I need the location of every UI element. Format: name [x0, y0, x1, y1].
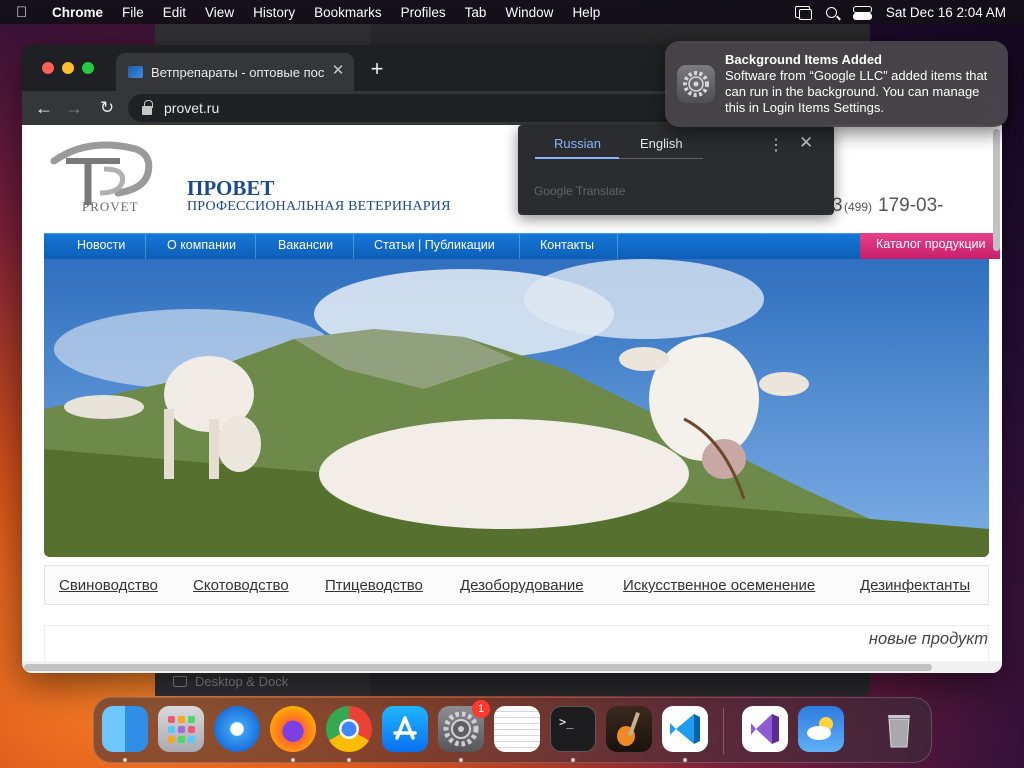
menu-bar:  Chrome File Edit View History Bookmark…: [0, 0, 1024, 24]
close-icon[interactable]: ✕: [799, 133, 813, 153]
minimize-window-button[interactable]: [62, 62, 74, 74]
menu-file[interactable]: File: [122, 5, 144, 20]
tab-title: Ветпрепараты - оптовые пос: [151, 64, 325, 80]
terminal-icon[interactable]: >_: [550, 706, 596, 752]
category-link-pigs[interactable]: Свиноводство: [59, 577, 158, 594]
nav-link-news[interactable]: Новости: [44, 234, 146, 260]
tab-separator: [619, 158, 703, 159]
page-viewport: PROVET ПРОВЕТ ПРОФЕССИОНАЛЬНАЯ ВЕТЕРИНАР…: [22, 125, 1002, 673]
menu-window[interactable]: Window: [505, 5, 553, 20]
nav-link-about[interactable]: О компании: [146, 234, 256, 260]
category-link-poultry[interactable]: Птицеводство: [325, 577, 423, 594]
phone-number: 179-03-: [878, 195, 944, 216]
nav-link-articles[interactable]: Статьи | Публикации: [354, 234, 520, 260]
active-tab-underline: [535, 157, 619, 159]
nav-link-contacts[interactable]: Контакты: [520, 234, 618, 260]
back-arrow-icon[interactable]: ←: [34, 98, 54, 118]
reload-icon[interactable]: ↻: [97, 98, 117, 118]
running-indicator: [571, 758, 575, 762]
category-link-insemination[interactable]: Искусственное осеменение: [623, 577, 815, 594]
translate-target-language-tab[interactable]: English: [640, 136, 683, 151]
close-window-button[interactable]: [42, 62, 54, 74]
site-brand[interactable]: ПРОВЕТ ПРОФЕССИОНАЛЬНАЯ ВЕТЕРИНАРИЯ: [187, 177, 451, 215]
chrome-window: Ветпрепараты - оптовые пос ✕ + ← → ↻ pro…: [22, 45, 1002, 673]
trash-icon[interactable]: [876, 706, 922, 752]
sidebar-item-label: Desktop & Dock: [195, 674, 289, 689]
category-link-disinfectants[interactable]: Дезинфектанты: [860, 577, 970, 594]
menu-profiles[interactable]: Profiles: [401, 5, 446, 20]
hero-banner-image: [44, 259, 989, 557]
running-indicator: [123, 758, 127, 762]
menu-app-chrome[interactable]: Chrome: [52, 5, 103, 20]
fullscreen-window-button[interactable]: [82, 62, 94, 74]
lock-icon[interactable]: [142, 99, 153, 115]
visual-studio-icon[interactable]: [742, 706, 788, 752]
browser-tab[interactable]: Ветпрепараты - оптовые пос ✕: [116, 53, 354, 91]
category-bar: Свиноводство Скотоводство Птицеводство Д…: [44, 565, 989, 605]
category-link-cattle[interactable]: Скотоводство: [193, 577, 289, 594]
weather-icon[interactable]: [798, 706, 844, 752]
horizontal-scrollbar[interactable]: [24, 664, 932, 671]
chrome-icon[interactable]: [326, 706, 372, 752]
spotlight-search-icon[interactable]: [825, 6, 837, 18]
site-favicon-icon: [128, 66, 143, 78]
menu-bookmarks[interactable]: Bookmarks: [314, 5, 382, 20]
menu-tab[interactable]: Tab: [465, 5, 487, 20]
translate-popup: Russian English ⋮ ✕ Google Translate: [518, 125, 834, 215]
dock-divider: [723, 708, 724, 754]
desktop-dock-icon: [173, 676, 187, 687]
vertical-scrollbar[interactable]: [993, 129, 1000, 251]
screen-mirroring-icon[interactable]: [794, 6, 812, 20]
provet-logo[interactable]: PROVET: [48, 139, 156, 215]
more-options-icon[interactable]: ⋮: [768, 135, 784, 155]
system-settings-icon[interactable]: 1: [438, 700, 490, 752]
control-center-icon[interactable]: [852, 5, 872, 20]
new-products-title: новые продукт: [868, 630, 988, 648]
app-store-icon[interactable]: [382, 706, 428, 752]
notification-title: Background Items Added: [725, 52, 882, 67]
new-tab-button[interactable]: +: [367, 58, 387, 80]
menu-clock[interactable]: Sat Dec 16 2:04 AM: [886, 5, 1006, 20]
firefox-icon[interactable]: [270, 706, 316, 752]
menu-view[interactable]: View: [205, 5, 234, 20]
forward-arrow-icon[interactable]: →: [64, 98, 84, 118]
contact-phone: (499) 179-03-: [844, 195, 944, 217]
garageband-icon[interactable]: [606, 706, 652, 752]
site-nav: Новости О компании Вакансии Статьи | Пуб…: [44, 233, 989, 260]
vscode-icon[interactable]: [662, 706, 708, 752]
running-indicator: [347, 758, 351, 762]
running-indicator: [683, 758, 687, 762]
menu-edit[interactable]: Edit: [163, 5, 186, 20]
background-items-notification[interactable]: Background Items Added Software from “Go…: [665, 41, 1008, 127]
catalog-button[interactable]: Каталог продукции: [860, 233, 1000, 259]
system-settings-gear-icon: [677, 65, 715, 103]
logo-text: PROVET: [82, 199, 139, 214]
sidebar-item-desktop-dock[interactable]: Desktop & Dock: [173, 674, 288, 689]
nav-link-vacancies[interactable]: Вакансии: [256, 234, 354, 260]
menu-history[interactable]: History: [253, 5, 295, 20]
running-indicator: [459, 758, 463, 762]
close-tab-icon[interactable]: ✕: [330, 63, 346, 79]
category-link-disinfection-equipment[interactable]: Дезоборудование: [460, 577, 584, 594]
cows-on-mountain-image: [44, 259, 989, 557]
horizontal-scroll-track: [22, 661, 1002, 673]
safari-icon[interactable]: [214, 706, 260, 752]
translate-source-language-tab[interactable]: Russian: [554, 136, 601, 151]
brand-name: ПРОВЕТ: [187, 176, 275, 200]
notification-badge: 1: [472, 700, 490, 718]
notification-body: Software from “Google LLC” added items t…: [725, 68, 988, 115]
finder-icon[interactable]: [102, 706, 148, 752]
dock: 1 >_: [93, 697, 932, 763]
phone-area-code: (499): [844, 200, 873, 214]
brand-tagline: ПРОФЕССИОНАЛЬНАЯ ВЕТЕРИНАРИЯ: [187, 199, 451, 214]
apple-menu-icon[interactable]: : [16, 4, 38, 21]
running-indicator: [291, 758, 295, 762]
launchpad-icon[interactable]: [158, 706, 204, 752]
url-text[interactable]: provet.ru: [164, 100, 219, 116]
menu-help[interactable]: Help: [572, 5, 600, 20]
google-translate-brand: Google Translate: [534, 184, 626, 198]
textedit-icon[interactable]: [494, 706, 540, 752]
